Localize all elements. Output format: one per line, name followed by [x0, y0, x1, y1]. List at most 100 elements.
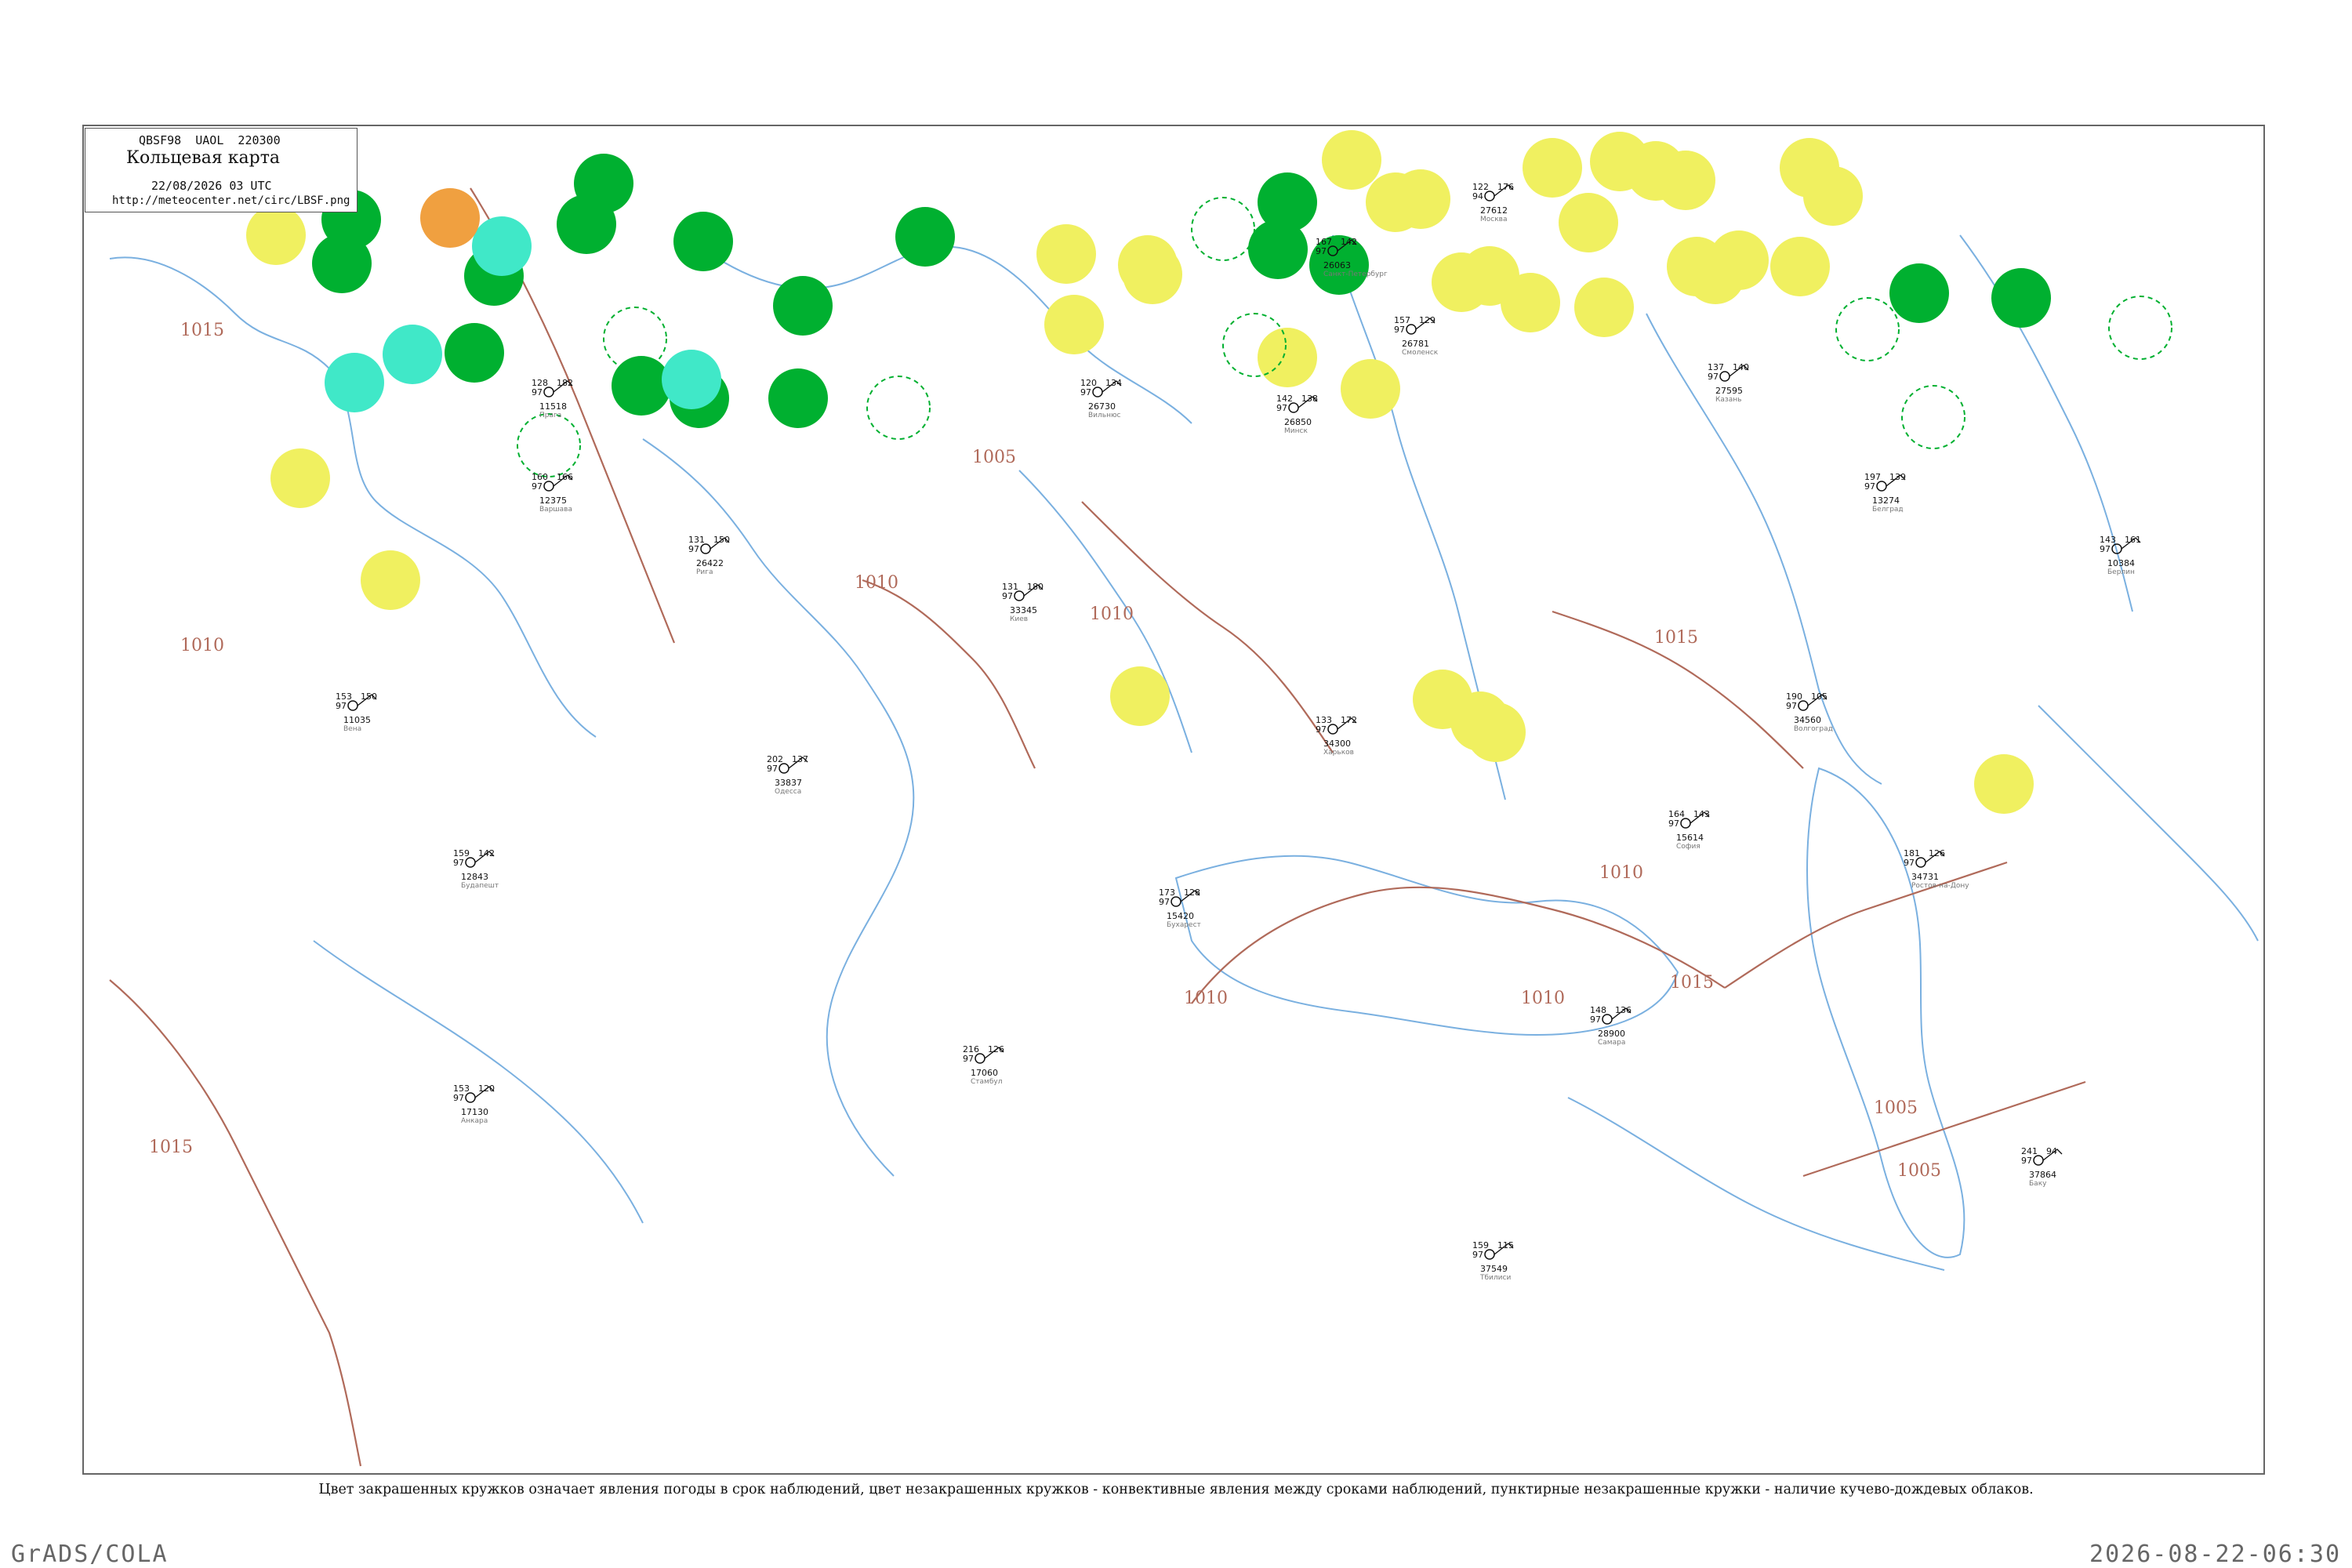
- isobar-label: 1005: [972, 448, 1016, 467]
- station-pressure: 105: [1811, 691, 1828, 702]
- haze-circle: [1036, 224, 1096, 284]
- haze-circle: [1258, 328, 1317, 387]
- isobar-label: 1015: [1670, 973, 1714, 993]
- isobar-label: 1010: [1521, 989, 1565, 1008]
- station-pressure: 134: [1105, 378, 1122, 388]
- station-id: 34731: [1911, 872, 1939, 882]
- drizzle-circle: [325, 353, 384, 412]
- station-name: Минск: [1284, 427, 1308, 435]
- haze-circle: [1590, 132, 1650, 191]
- station-id: 26422: [696, 558, 724, 568]
- map-url[interactable]: http://meteocenter.net/circ/LBSF.png: [112, 194, 350, 207]
- station-name: Берлин: [2107, 568, 2135, 576]
- drizzle-circle: [662, 350, 721, 409]
- haze-circle: [1391, 169, 1450, 229]
- station-id: 33837: [775, 778, 802, 788]
- fog-circle: [420, 188, 480, 248]
- haze-circle: [1110, 666, 1170, 726]
- station-dewpoint: 97: [2100, 544, 2111, 554]
- rain-circle: [1248, 220, 1308, 279]
- haze-circle: [361, 550, 420, 610]
- station-name: Ростов-на-Дону: [1911, 882, 1969, 890]
- isobar-label: 1015: [1654, 628, 1698, 648]
- drizzle-circle: [383, 325, 442, 384]
- station-pressure: 142: [478, 848, 495, 858]
- station-dewpoint: 97: [532, 481, 543, 492]
- haze-circle: [1501, 273, 1560, 332]
- map-info-box: QBSF98 UAOL 220300 Кольцевая карта 22/08…: [85, 128, 358, 212]
- station-id: 28900: [1598, 1029, 1625, 1039]
- station-dewpoint: 97: [1904, 858, 1915, 868]
- isobar-label: 1010: [1599, 863, 1643, 883]
- station-dewpoint: 97: [1080, 387, 1091, 397]
- station-id: 11518: [539, 401, 567, 412]
- station-name: Бухарест: [1167, 921, 1201, 929]
- station-id: 37864: [2029, 1170, 2056, 1180]
- bulletin-code: QBSF98 UAOL 220300: [139, 133, 281, 147]
- station-id: 12843: [461, 872, 488, 882]
- station-pressure: 143: [1693, 809, 1710, 819]
- station-name: Рига: [696, 568, 713, 576]
- station-pressure: 136: [1615, 1005, 1632, 1015]
- synoptic-map: 1015 1010 1010 1010 1015 1005 1010 1015 1015 1010…: [82, 125, 2265, 1475]
- station-id: 17060: [971, 1068, 998, 1078]
- station-pressure: 176: [1497, 182, 1514, 192]
- rain-circle: [1889, 263, 1949, 323]
- station-dewpoint: 97: [1159, 897, 1170, 907]
- haze-circle: [1656, 151, 1715, 210]
- haze-circle: [1123, 245, 1182, 304]
- station-dewpoint: 97: [963, 1054, 974, 1064]
- station-name: Тбилиси: [1479, 1274, 1511, 1282]
- rain-circle: [895, 207, 955, 267]
- station-pressure: 150: [713, 535, 730, 545]
- station-pressure: 126: [988, 1044, 1004, 1054]
- station-id: 26781: [1402, 339, 1429, 349]
- station-pressure: 129: [1419, 315, 1436, 325]
- station-name: Смоленск: [1402, 349, 1439, 357]
- station-pressure: 161: [2125, 535, 2141, 545]
- isobar-label: 1015: [180, 321, 224, 340]
- station-dewpoint: 97: [767, 764, 778, 774]
- rain-circle: [673, 212, 733, 271]
- isobar-label: 1015: [149, 1138, 193, 1157]
- drizzle-circle: [472, 216, 532, 276]
- haze-circle: [1466, 702, 1526, 762]
- station-dewpoint: 97: [1316, 724, 1327, 735]
- station-name: Москва: [1480, 216, 1507, 223]
- footer-software: GrADS/COLA: [11, 1541, 169, 1568]
- station-dewpoint: 97: [1394, 325, 1405, 335]
- station-pressure: 166: [557, 472, 573, 482]
- station-pressure: 139: [1889, 472, 1906, 482]
- station-name: Анкара: [461, 1117, 488, 1125]
- isobar-label: 1010: [1184, 989, 1228, 1008]
- station-dewpoint: 97: [1786, 701, 1797, 711]
- haze-circle: [1523, 138, 1582, 198]
- station-id: 13274: [1872, 495, 1900, 506]
- isobar-label: 1010: [855, 573, 898, 593]
- station-dewpoint: 97: [453, 1093, 464, 1103]
- station-name: Волгоград: [1794, 725, 1833, 733]
- station-dewpoint: 94: [1472, 191, 1483, 201]
- station-dewpoint: 97: [1002, 591, 1013, 601]
- station-pressure: 137: [792, 754, 808, 764]
- station-id: 11035: [343, 715, 371, 725]
- isobar-label: 1005: [1874, 1098, 1918, 1118]
- station-dewpoint: 97: [1276, 403, 1287, 413]
- haze-circle: [1432, 252, 1491, 312]
- station-pressure: 182: [557, 378, 573, 388]
- station-dewpoint: 97: [532, 387, 543, 397]
- haze-circle: [1686, 245, 1745, 304]
- station-pressure: 180: [1027, 582, 1044, 592]
- haze-circle: [246, 205, 306, 265]
- haze-circle: [1322, 130, 1381, 190]
- haze-circle: [1803, 166, 1863, 226]
- station-name: Будапешт: [461, 882, 499, 890]
- station-name: Киев: [1010, 615, 1028, 623]
- station-id: 27595: [1715, 386, 1743, 396]
- map-caption: Цвет закрашенных кружков означает явлени…: [318, 1482, 2034, 1497]
- station-dewpoint: 97: [336, 701, 347, 711]
- station-pressure: 120: [478, 1083, 495, 1094]
- station-name: Баку: [2029, 1180, 2047, 1188]
- station-name: Белград: [1872, 506, 1904, 514]
- haze-circle: [1770, 237, 1830, 296]
